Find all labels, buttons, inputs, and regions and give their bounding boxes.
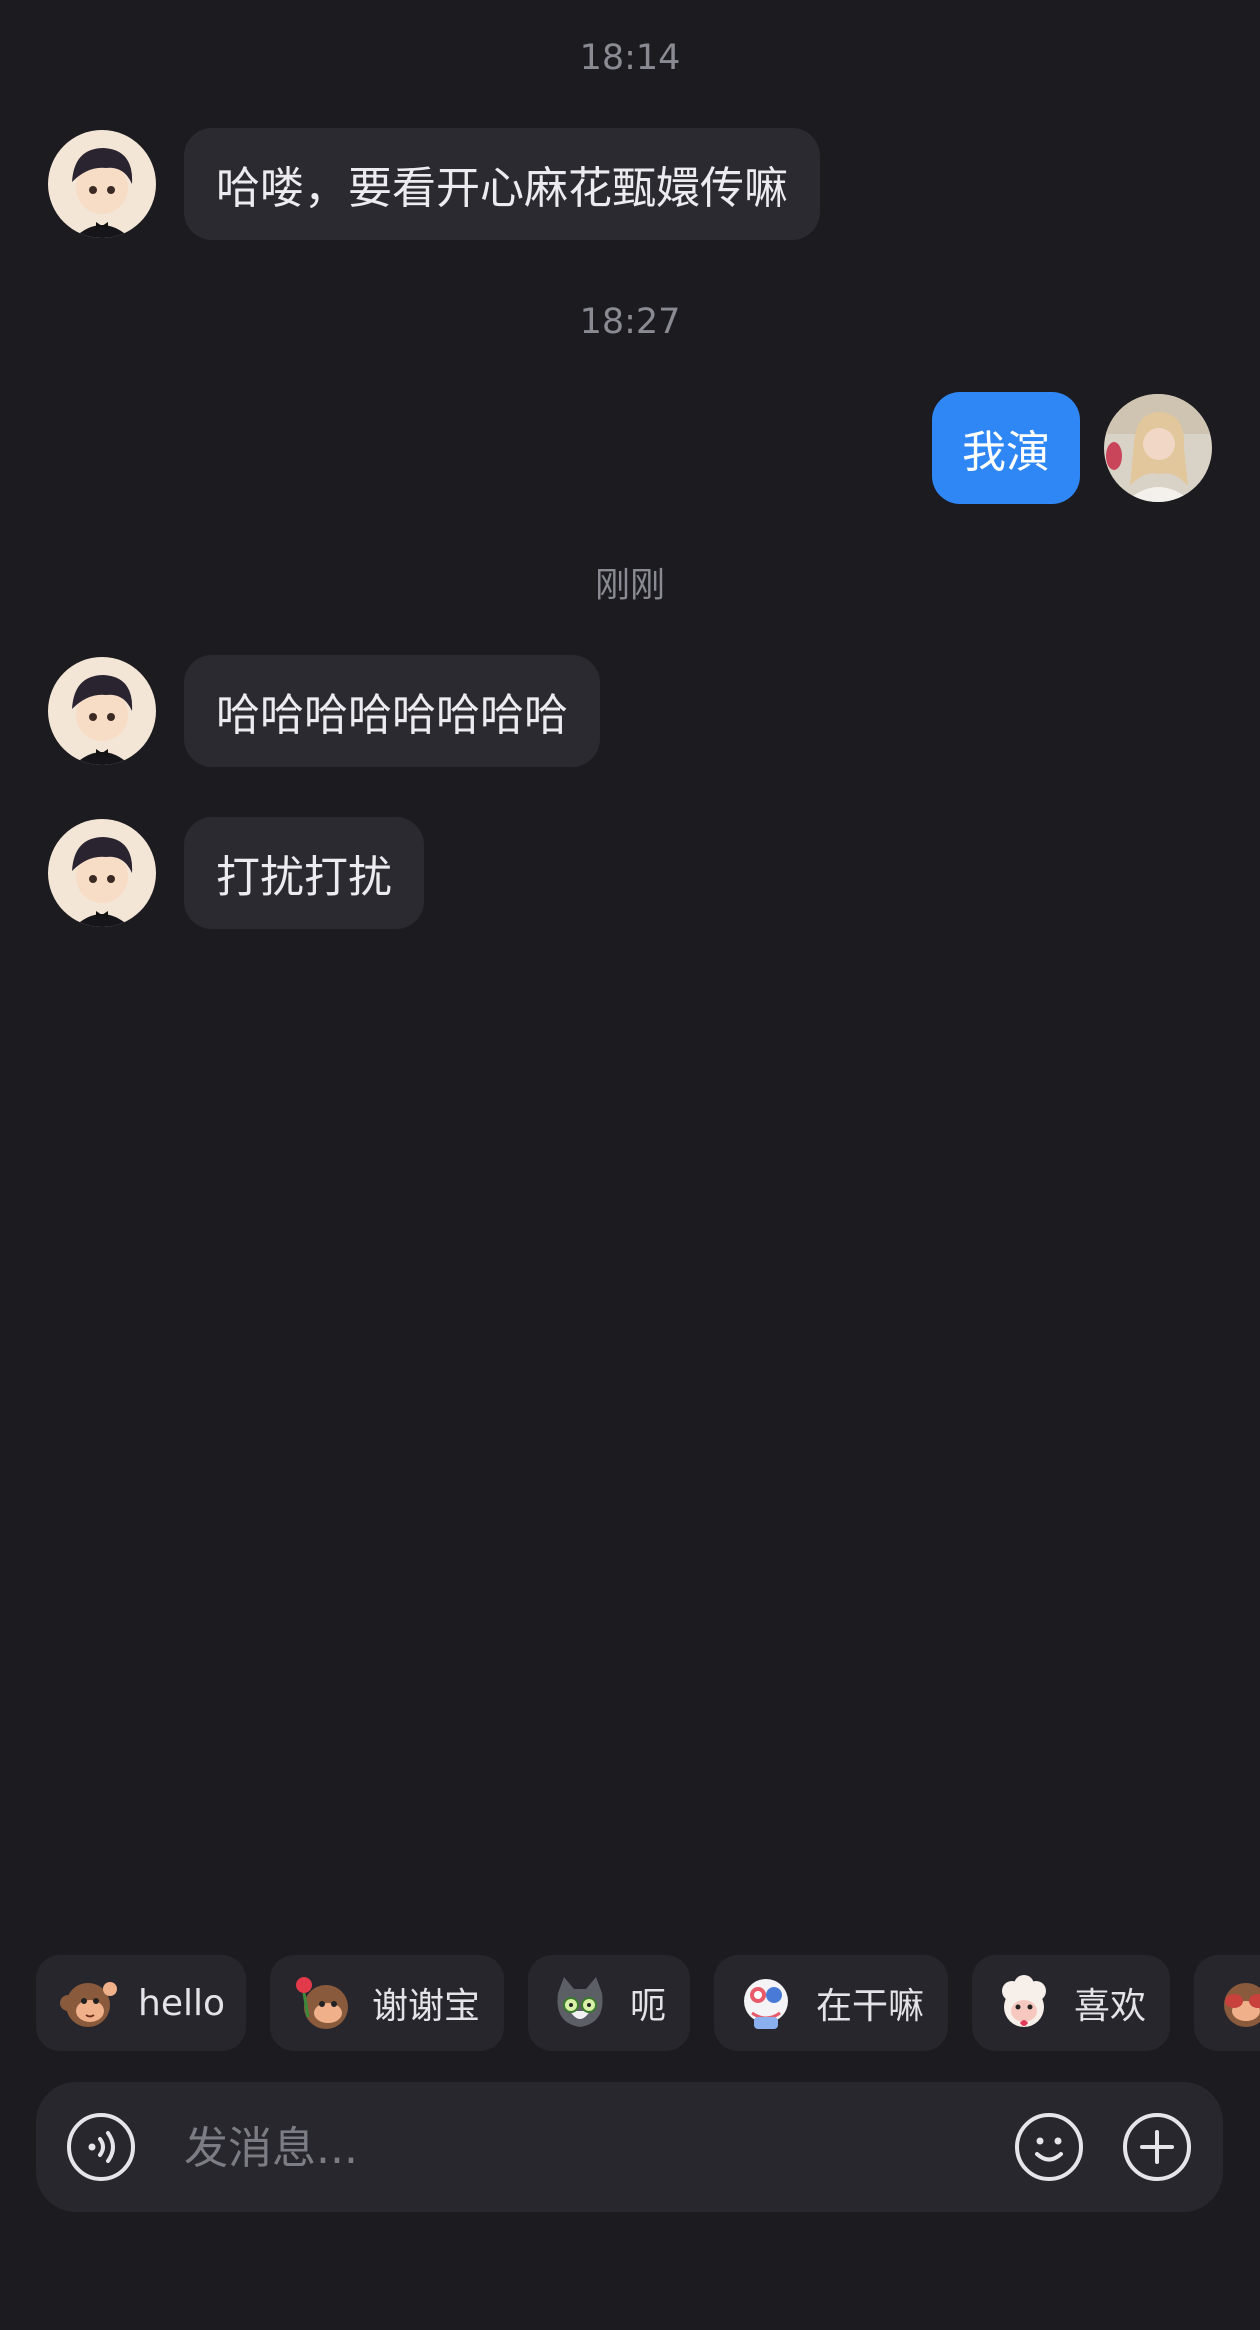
quick-reply-label: hello <box>138 1982 225 2024</box>
message-bubble[interactable]: 哈喽，要看开心麻花甄嬛传嘛 <box>184 128 820 240</box>
timestamp: 刚刚 <box>594 566 665 606</box>
message-bubble-self[interactable]: 我演 <box>932 392 1080 504</box>
quick-reply-label: 谢谢宝 <box>372 1986 481 2027</box>
quick-reply-whatsup[interactable]: 在干嘛 <box>714 1955 948 2051</box>
contact-avatar[interactable] <box>48 657 156 765</box>
quick-reply-like[interactable]: 喜欢 <box>972 1955 1170 2051</box>
quick-reply-uh[interactable]: 呃 <box>528 1955 690 2051</box>
message-bubble[interactable]: 打扰打扰 <box>184 817 424 929</box>
contact-avatar[interactable] <box>48 819 156 927</box>
contact-avatar[interactable] <box>48 130 156 238</box>
cat-face-icon <box>548 1971 612 2035</box>
anime-boy-avatar-icon <box>48 657 156 765</box>
anime-boy-avatar-icon <box>48 819 156 927</box>
anime-boy-avatar-icon <box>48 130 156 238</box>
quick-reply-bar: hello 谢谢宝 呃 在干嘛 喜欢 <box>36 1955 1260 2051</box>
timestamp: 18:27 <box>579 302 681 342</box>
quick-reply-label: 喜欢 <box>1074 1986 1147 2027</box>
peeking-character-icon <box>734 1971 798 2035</box>
quick-reply-label: 呃 <box>630 1986 667 2027</box>
message-row-received: 哈哈哈哈哈哈哈哈 <box>48 655 600 767</box>
message-row-received: 哈喽，要看开心麻花甄嬛传嘛 <box>48 128 820 240</box>
message-input[interactable] <box>182 2114 986 2182</box>
timestamp: 18:14 <box>579 38 681 78</box>
user-avatar[interactable] <box>1104 394 1212 502</box>
monkey-rose-icon <box>290 1971 354 2035</box>
message-row-received: 打扰打扰 <box>48 817 424 929</box>
emoji-icon[interactable] <box>1014 2112 1084 2182</box>
plus-icon[interactable] <box>1122 2112 1192 2182</box>
message-input-bar <box>36 2082 1223 2212</box>
quick-reply-thanks[interactable]: 谢谢宝 <box>270 1955 504 2051</box>
monkey-shy-icon <box>1214 1971 1260 2035</box>
quick-reply-more[interactable] <box>1194 1955 1260 2051</box>
sheep-heart-icon <box>992 1971 1056 2035</box>
message-bubble[interactable]: 哈哈哈哈哈哈哈哈 <box>184 655 600 767</box>
quick-reply-label: 在干嘛 <box>816 1986 925 2027</box>
user-photo-avatar-icon <box>1104 394 1212 502</box>
monkey-wave-icon <box>56 1971 120 2035</box>
voice-icon[interactable] <box>66 2112 136 2182</box>
message-row-sent: 我演 <box>932 392 1212 504</box>
quick-reply-hello[interactable]: hello <box>36 1955 246 2051</box>
